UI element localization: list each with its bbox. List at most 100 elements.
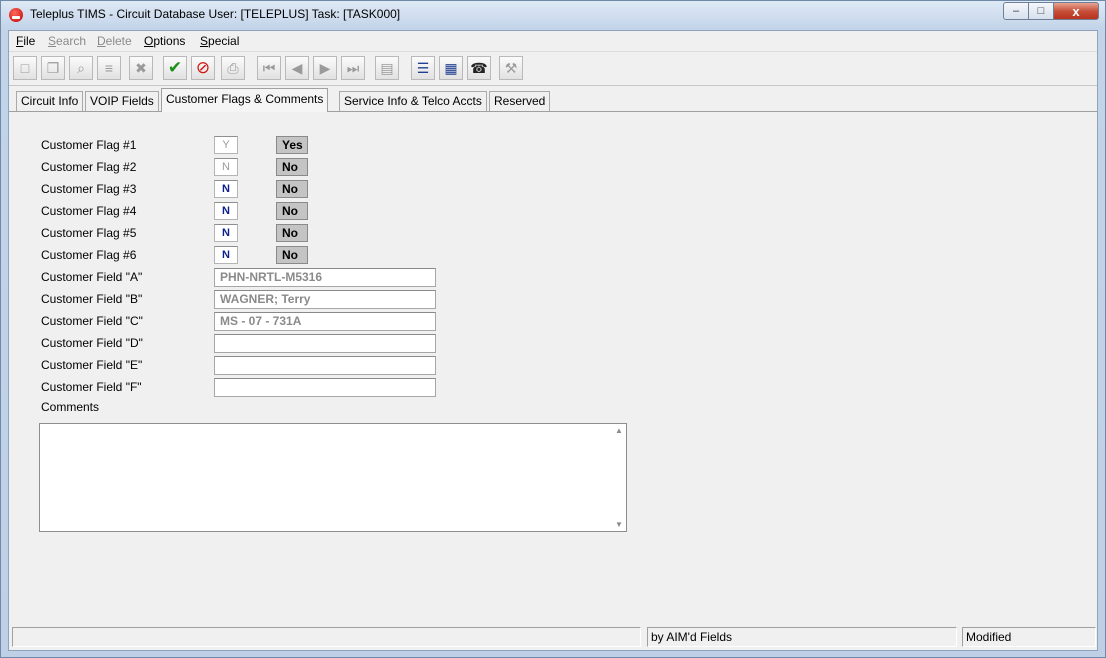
app-window: Teleplus TIMS - Circuit Database User: […: [0, 0, 1106, 658]
customer-field-label: Customer Field "F": [41, 380, 142, 394]
status-panel-mode: by AIM'd Fields: [647, 627, 957, 647]
customer-field-label: Customer Field "B": [41, 292, 143, 306]
delete-button[interactable]: ✖: [129, 56, 153, 80]
customer-field-label: Customer Field "E": [41, 358, 143, 372]
customer-flag-display: Yes: [276, 136, 308, 154]
last-record-button[interactable]: ⏭: [341, 56, 365, 80]
next-record-icon: ▶: [319, 59, 331, 76]
menu-accelerator: O: [144, 34, 154, 48]
close-icon: x: [1072, 3, 1080, 19]
customer-field-input[interactable]: WAGNER; Terry: [214, 290, 436, 309]
tools-icon: ⚒: [504, 59, 518, 76]
new-record-button[interactable]: □: [13, 56, 37, 80]
first-record-button[interactable]: ⏮: [257, 56, 281, 80]
menu-item-2[interactable]: Delete: [97, 34, 132, 48]
query-button[interactable]: ☰: [411, 56, 435, 80]
cancel-icon: ⊘: [195, 58, 211, 77]
minimize-button[interactable]: –: [1003, 2, 1029, 20]
close-button[interactable]: x: [1054, 2, 1099, 20]
cancel-button[interactable]: ⊘: [191, 56, 215, 80]
view-button[interactable]: ≡: [97, 56, 121, 80]
customer-flag-input[interactable]: N: [214, 224, 238, 242]
app-logo-icon: [9, 8, 23, 22]
customer-flag-display: No: [276, 202, 308, 220]
customer-flag-label: Customer Flag #2: [41, 160, 137, 174]
print-button[interactable]: ⎙: [221, 56, 245, 80]
menu-item-3[interactable]: Options: [144, 34, 185, 48]
delete-icon: ✖: [135, 59, 147, 76]
customer-flag-input[interactable]: N: [214, 180, 238, 198]
status-bar: by AIM'd Fields Modified: [9, 627, 1097, 649]
table-view-button[interactable]: ▤: [375, 56, 399, 80]
tab-3[interactable]: Service Info & Telco Accts: [339, 91, 487, 111]
customer-flag-input[interactable]: N: [214, 202, 238, 220]
customer-flag-label: Customer Flag #3: [41, 182, 137, 196]
menu-item-4[interactable]: Special: [200, 34, 239, 48]
new-record-icon: □: [20, 60, 30, 76]
last-record-icon: ⏭: [346, 59, 360, 76]
copy-record-button[interactable]: ❐: [41, 56, 65, 80]
customer-flag-label: Customer Flag #6: [41, 248, 137, 262]
menu-label-rest: ptions: [153, 34, 186, 48]
customer-field-input[interactable]: [214, 334, 436, 353]
customer-field-input[interactable]: MS - 07 - 731A: [214, 312, 436, 331]
menu-accelerator: D: [97, 34, 106, 48]
customer-field-input[interactable]: [214, 378, 436, 397]
next-record-button[interactable]: ▶: [313, 56, 337, 80]
comments-scrollbar[interactable]: ▲ ▼: [612, 424, 626, 531]
menu-accelerator: S: [48, 34, 57, 48]
find-icon: ⌕: [77, 59, 85, 76]
toolbar: □ ❐ ⌕ ≡ ✖ ✔ ⊘ ⎙ ⏮ ◀ ▶ ⏭ ▤ ☰ ▦ ☎ ⚒: [9, 52, 1097, 86]
previous-record-button[interactable]: ◀: [285, 56, 309, 80]
customer-field-label: Customer Field "C": [41, 314, 143, 328]
accept-button[interactable]: ✔: [163, 56, 187, 80]
phone-button[interactable]: ☎: [467, 56, 491, 80]
first-record-icon: ⏮: [262, 59, 276, 76]
find-button[interactable]: ⌕: [69, 56, 93, 80]
tab-strip: Circuit Info VOIP Fields Customer Flags & …: [9, 88, 1097, 112]
tab-4[interactable]: Reserved: [489, 91, 551, 111]
grid-icon: ▦: [444, 59, 458, 76]
grid-button[interactable]: ▦: [439, 56, 463, 80]
menu-bar: File Search Delete Options Special: [9, 31, 1097, 52]
scroll-up-icon[interactable]: ▲: [615, 426, 623, 435]
comments-label: Comments: [41, 400, 100, 414]
menu-label-rest: earch: [56, 34, 87, 48]
view-icon: ≡: [104, 60, 114, 76]
customer-flag-input[interactable]: N: [214, 158, 238, 176]
tools-button[interactable]: ⚒: [499, 56, 523, 80]
customer-field-input[interactable]: [214, 356, 436, 375]
menu-accelerator: S: [200, 34, 209, 48]
title-bar[interactable]: Teleplus TIMS - Circuit Database User: […: [1, 1, 1105, 29]
customer-flag-display: No: [276, 246, 308, 264]
window-controls: – □ x: [1003, 2, 1099, 21]
customer-field-input[interactable]: PHN-NRTL-M5316: [214, 268, 436, 287]
customer-flag-display: No: [276, 180, 308, 198]
tab-panel-customer-flags: Customer Flag #1 Y Yes Customer Flag #2 N No C…: [9, 111, 1097, 624]
client-area: File Search Delete Options Special □ ❐ ⌕ ≡ ✖ ✔ ⊘ ⎙ ⏮…: [8, 30, 1098, 651]
phone-icon: ☎: [470, 59, 488, 76]
menu-item-1[interactable]: Search: [48, 34, 86, 48]
customer-field-label: Customer Field "D": [41, 336, 143, 350]
customer-flag-input[interactable]: N: [214, 246, 238, 264]
customer-field-label: Customer Field "A": [41, 270, 143, 284]
maximize-icon: □: [1037, 5, 1045, 17]
scroll-down-icon[interactable]: ▼: [615, 520, 623, 529]
tab-0[interactable]: Circuit Info: [16, 91, 84, 111]
status-panel-state: Modified: [962, 627, 1096, 647]
copy-record-icon: ❐: [46, 59, 60, 76]
window-title: Teleplus TIMS - Circuit Database User: […: [30, 7, 401, 21]
minimize-icon: –: [1012, 5, 1020, 17]
maximize-button[interactable]: □: [1029, 2, 1054, 20]
previous-record-icon: ◀: [291, 59, 303, 76]
comments-textarea[interactable]: ▲ ▼: [39, 423, 627, 532]
menu-item-0[interactable]: File: [16, 34, 35, 48]
menu-label-rest: elete: [105, 34, 132, 48]
customer-flag-display: No: [276, 158, 308, 176]
table-view-icon: ▤: [380, 59, 394, 76]
status-panel-message: [12, 627, 641, 647]
tab-1[interactable]: VOIP Fields: [85, 91, 159, 111]
menu-label-rest: pecial: [208, 34, 240, 48]
customer-flag-input[interactable]: Y: [214, 136, 238, 154]
tab-2[interactable]: Customer Flags & Comments: [161, 88, 329, 112]
